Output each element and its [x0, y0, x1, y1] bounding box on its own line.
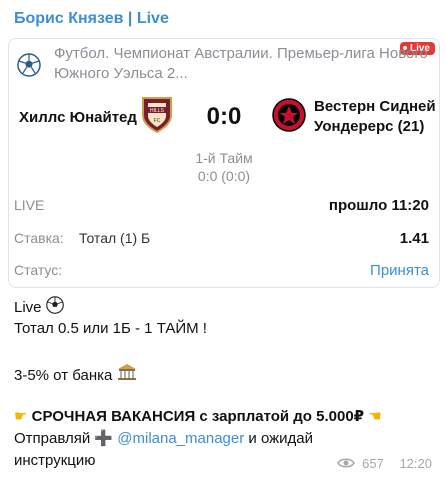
- match-score: 0:0: [206, 103, 242, 130]
- message-time: 12:20: [399, 456, 432, 471]
- bet-value: Тотал (1) Б: [79, 230, 151, 246]
- svg-text:FC: FC: [154, 118, 161, 124]
- bet-status-value: Принята: [370, 262, 429, 279]
- period-score: 0:0 (0:0): [197, 168, 251, 184]
- message-meta: 657 12:20: [336, 456, 432, 471]
- message-line-5-suffix: и ожидай: [248, 430, 314, 447]
- svg-text:HILLS: HILLS: [150, 108, 165, 114]
- bet-status-label: Статус:: [14, 262, 63, 278]
- live-status-label: LIVE: [14, 197, 45, 213]
- match-card[interactable]: Live Футбол. Чемпионат Австралии. Премье…: [8, 38, 440, 288]
- message-line-5-prefix: Отправляй: [14, 430, 91, 447]
- message-line-3: 3-5% от банка: [14, 367, 113, 384]
- odds-value: 1.41: [399, 230, 429, 247]
- period-info: 1-й Тайм 0:0 (0:0): [9, 149, 439, 185]
- view-count: 657: [362, 456, 384, 471]
- channel-title[interactable]: Борис Князев | Live: [14, 10, 169, 28]
- manager-mention-link[interactable]: @milana_manager: [117, 430, 244, 447]
- western-sydney-logo-icon: [272, 98, 306, 132]
- soccer-ball-icon: [17, 53, 41, 77]
- message-line-2: Тотал 0.5 или 1Б - 1 ТАЙМ !: [14, 320, 207, 337]
- soccer-ball-icon: [45, 296, 64, 314]
- elapsed-time: прошло 11:20: [328, 197, 429, 214]
- point-right-icon: ☛: [14, 408, 28, 425]
- message-body: Live Тотал 0.5 или 1Б - 1 ТАЙМ ! 3-5% от…: [14, 296, 434, 472]
- away-team-name: Вестерн Сидней Уондерерс (21): [314, 98, 436, 135]
- eye-icon: [336, 458, 355, 468]
- bet-label: Ставка:: [14, 230, 64, 246]
- home-team-name: Хиллс Юнайтед: [19, 109, 137, 126]
- message-line-4: СРОЧНАЯ ВАКАНСИЯ с зарплатой до 5.000₽: [31, 408, 365, 425]
- point-left-icon: ☚: [368, 408, 382, 425]
- hills-united-logo-icon: HILLS FC: [142, 97, 172, 134]
- period-label: 1-й Тайм: [195, 150, 253, 166]
- league-title: Футбол. Чемпионат Австралии. Премьер-лиг…: [54, 45, 428, 82]
- plus-icon: ➕: [94, 430, 114, 447]
- message-line-1: Live: [14, 299, 42, 316]
- bank-icon: [117, 364, 136, 380]
